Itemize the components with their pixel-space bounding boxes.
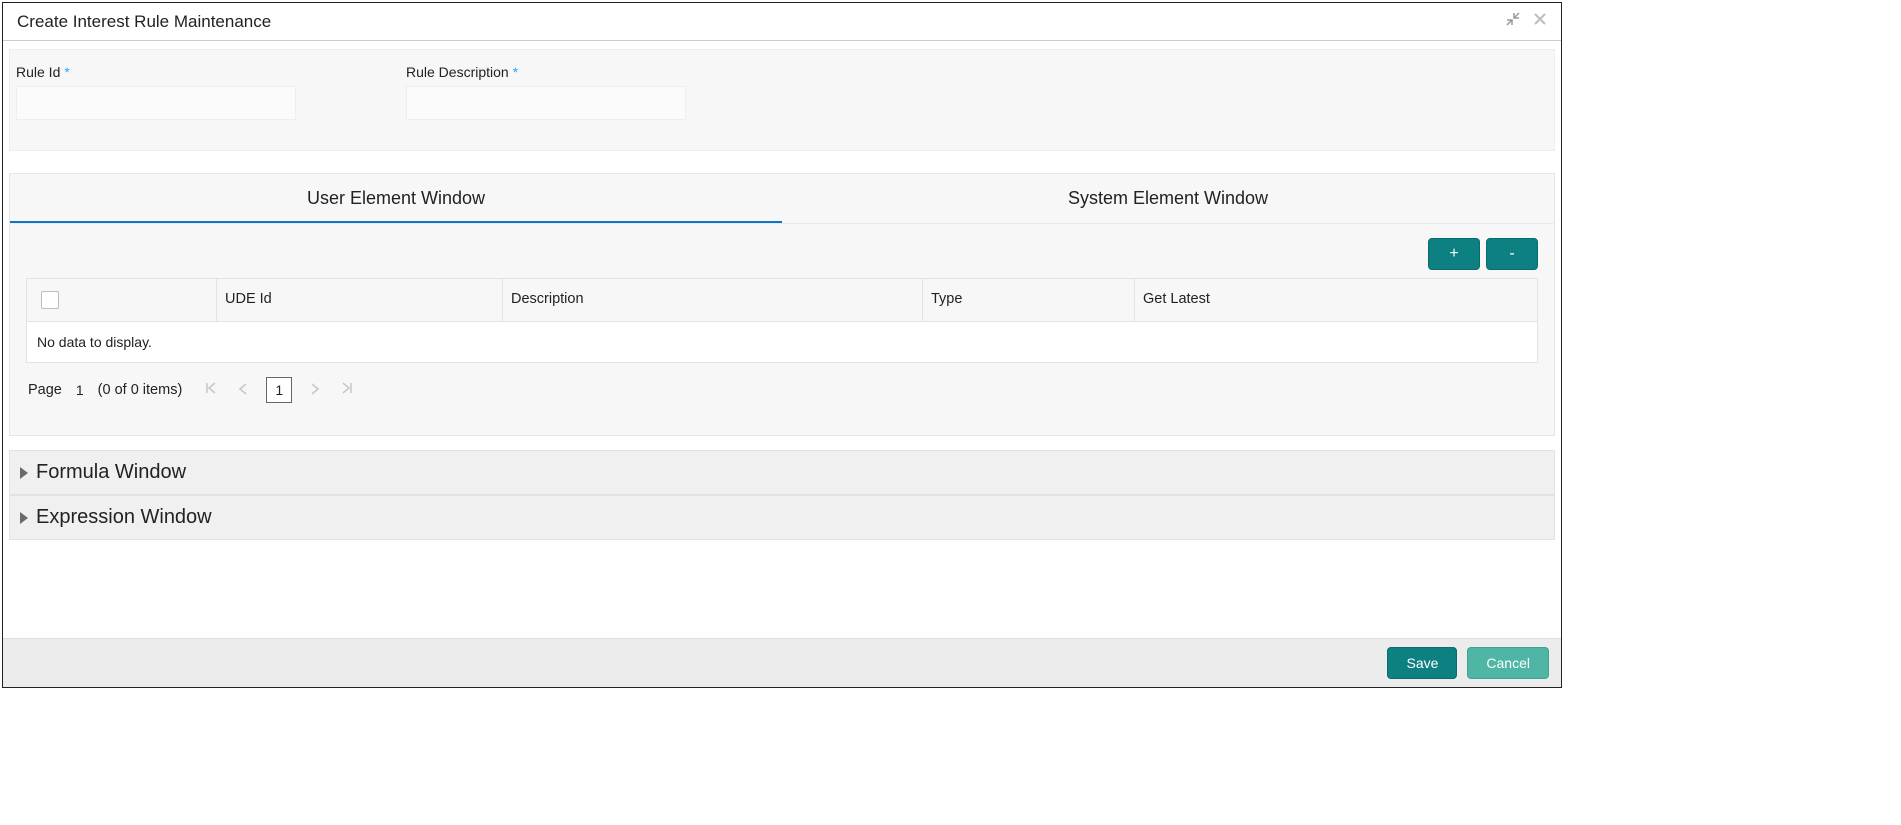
section-expression-window[interactable]: Expression Window	[9, 495, 1555, 540]
pager-last-icon[interactable]	[338, 381, 356, 399]
pager-count: (0 of 0 items)	[98, 382, 183, 398]
required-icon: *	[513, 64, 518, 80]
rule-id-label-text: Rule Id	[16, 64, 60, 80]
grid-pager: Page 1 (0 of 0 items) 1	[22, 363, 1542, 407]
tab-user-element[interactable]: User Element Window	[10, 174, 782, 223]
ude-grid: UDE Id Description Type Get Latest No da…	[26, 278, 1538, 363]
col-checkbox	[27, 279, 217, 321]
section-expression-label: Expression Window	[36, 506, 212, 529]
rule-id-input[interactable]	[16, 86, 296, 120]
required-icon: *	[64, 64, 69, 80]
modal-window: Create Interest Rule Maintenance Rule Id…	[2, 2, 1562, 688]
pager-first-icon[interactable]	[202, 381, 220, 399]
pager-next-icon[interactable]	[306, 382, 324, 399]
form-section: Rule Id* Rule Description*	[9, 49, 1555, 151]
footer: Save Cancel	[3, 638, 1561, 687]
pager-page-value: 1	[76, 382, 84, 398]
grid-header: UDE Id Description Type Get Latest	[27, 279, 1537, 322]
title-actions	[1505, 11, 1547, 32]
rule-desc-label: Rule Description*	[406, 64, 686, 80]
grid-toolbar: + -	[22, 238, 1538, 270]
collapse-icon[interactable]	[1505, 11, 1521, 32]
field-rule-description: Rule Description*	[406, 64, 686, 120]
field-rule-id: Rule Id*	[16, 64, 296, 120]
col-get-latest: Get Latest	[1135, 279, 1537, 321]
chevron-right-icon	[20, 512, 28, 524]
section-formula-label: Formula Window	[36, 461, 186, 484]
rule-id-label: Rule Id*	[16, 64, 296, 80]
rule-desc-label-text: Rule Description	[406, 64, 509, 80]
remove-row-button[interactable]: -	[1486, 238, 1538, 270]
section-formula-window[interactable]: Formula Window	[9, 450, 1555, 495]
add-row-button[interactable]: +	[1428, 238, 1480, 270]
chevron-right-icon	[20, 467, 28, 479]
body: Rule Id* Rule Description* User Element …	[3, 41, 1561, 638]
col-ude-id: UDE Id	[217, 279, 503, 321]
col-description: Description	[503, 279, 923, 321]
grid-empty-message: No data to display.	[27, 322, 1537, 362]
select-all-checkbox[interactable]	[41, 291, 59, 309]
tab-panel-user: + - UDE Id Description Type Get Latest N…	[10, 223, 1554, 435]
tabs-bar: User Element Window System Element Windo…	[10, 174, 1554, 223]
tabs-container: User Element Window System Element Windo…	[9, 173, 1555, 436]
window-title: Create Interest Rule Maintenance	[17, 12, 271, 32]
rule-description-input[interactable]	[406, 86, 686, 120]
tab-system-element[interactable]: System Element Window	[782, 174, 1554, 223]
save-button[interactable]: Save	[1387, 647, 1457, 679]
pager-prev-icon[interactable]	[234, 382, 252, 399]
pager-page-label: Page	[28, 382, 62, 398]
close-icon[interactable]	[1533, 12, 1547, 31]
pager-nav: 1	[202, 377, 356, 403]
titlebar: Create Interest Rule Maintenance	[3, 3, 1561, 41]
cancel-button[interactable]: Cancel	[1467, 647, 1549, 679]
pager-current-page[interactable]: 1	[266, 377, 292, 403]
col-type: Type	[923, 279, 1135, 321]
